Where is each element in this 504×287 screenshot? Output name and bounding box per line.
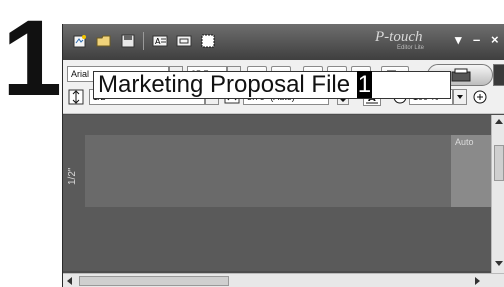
zoom-in-icon[interactable] [471,88,489,106]
label-canvas: 1/2" Auto [63,115,491,271]
auto-label: Auto [455,137,474,147]
ptouch-logo: P-touch Editor Lite [375,29,445,55]
label-text: Marketing Proposal File [98,71,351,98]
scroll-up-icon[interactable] [495,119,503,124]
step-number: 1 [2,0,62,118]
insert-text-icon[interactable]: A [151,32,169,50]
save-icon[interactable] [119,32,137,50]
vertical-ruler: 1/2" [67,115,81,205]
title-bar: A P-touch Editor Lite ▾ – × [63,24,504,60]
label-tape[interactable] [85,135,489,207]
brand-name: P-touch [375,29,423,45]
brand-subtitle: Editor Lite [397,45,425,51]
horizontal-scrollbar[interactable] [63,273,504,287]
select-all-icon[interactable] [199,32,217,50]
scroll-right-icon[interactable] [475,277,480,285]
insert-frame-icon[interactable] [175,32,193,50]
ruler-label: 1/2" [67,167,78,185]
svg-text:A: A [155,37,161,46]
minimize-button[interactable]: – [473,33,480,47]
chevron-down-icon[interactable]: ▾ [455,33,462,47]
ptouch-editor-window: A P-touch Editor Lite ▾ – × Arial 25.7 A… [62,24,504,287]
print-options-dropdown[interactable] [493,64,504,86]
vertical-scroll-thumb[interactable] [494,145,504,181]
horizontal-scroll-thumb[interactable] [79,276,229,286]
new-label-icon[interactable] [71,32,89,50]
chevron-down-icon [457,95,463,99]
label-width-icon [67,88,85,106]
toolbar-separator [143,32,144,50]
open-folder-icon[interactable] [95,32,113,50]
scroll-left-icon[interactable] [67,277,72,285]
label-text-object[interactable]: Marketing Proposal File 1 [93,71,451,99]
zoom-dropdown[interactable] [453,89,467,105]
selected-character: 1 [356,71,373,98]
scroll-down-icon[interactable] [495,261,503,266]
close-button[interactable]: × [491,33,499,47]
vertical-scrollbar[interactable] [491,115,504,273]
auto-length-zone: Auto [451,135,491,207]
